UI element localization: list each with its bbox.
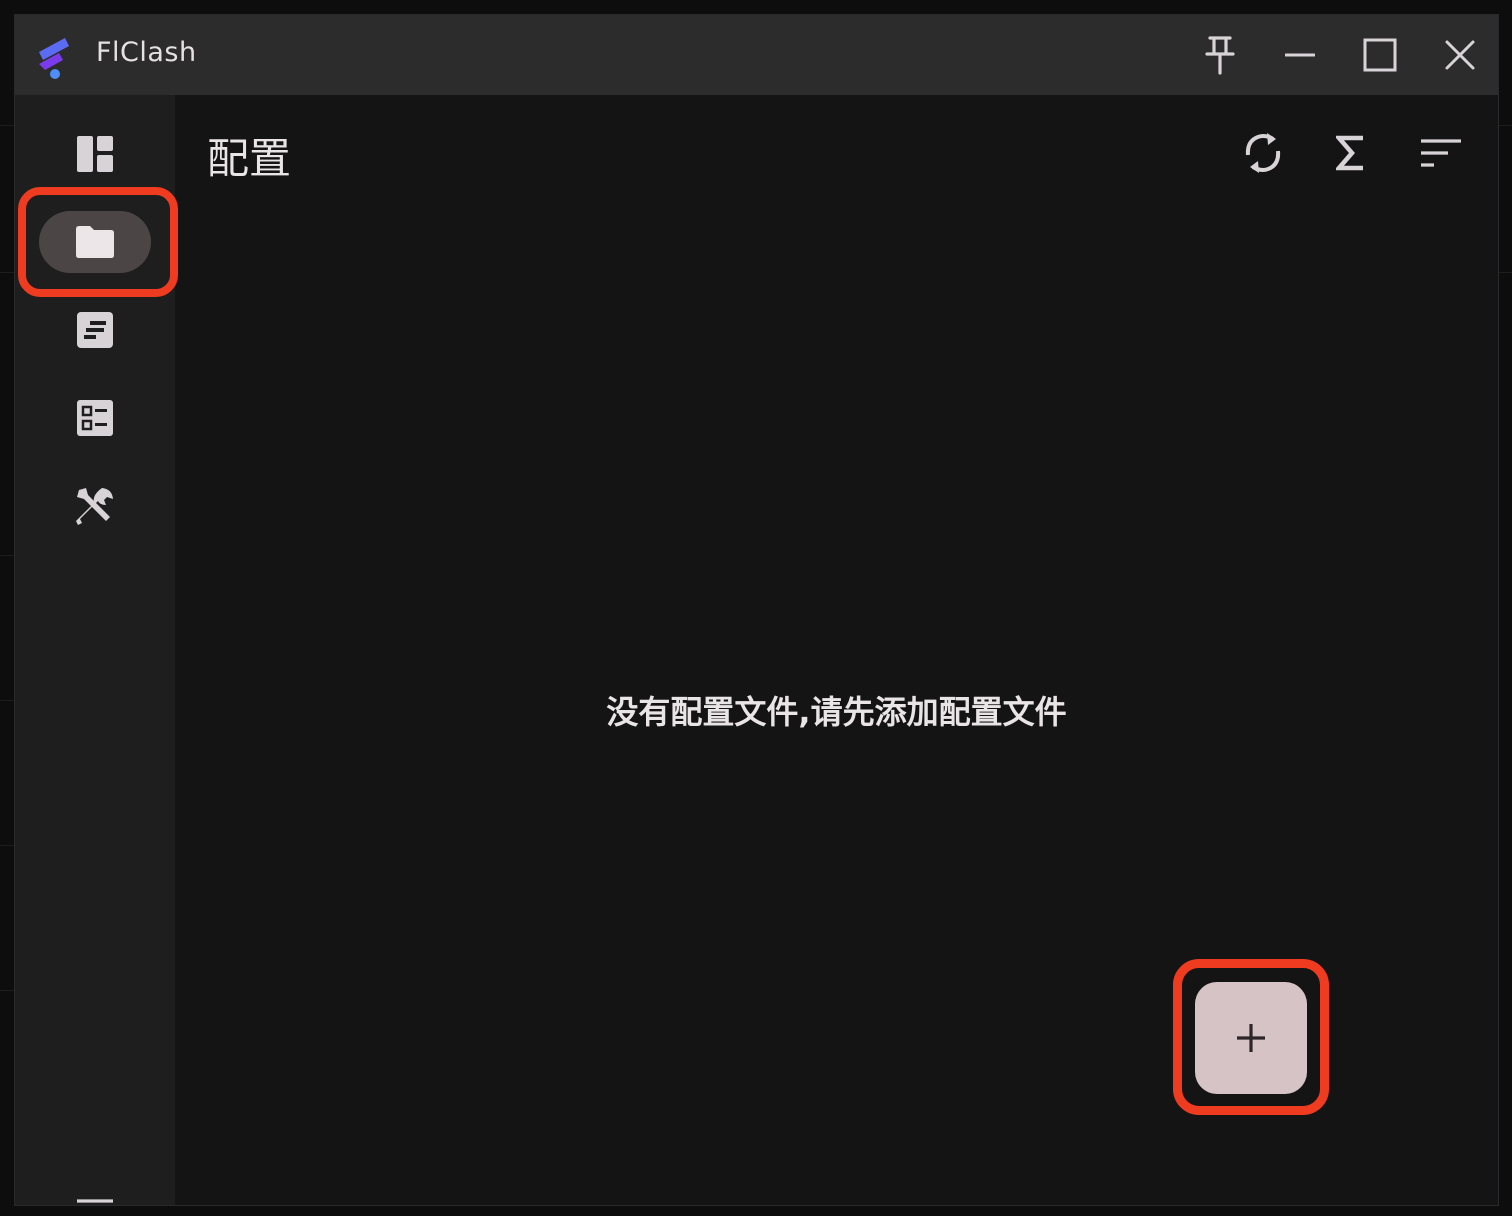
- close-button[interactable]: [1438, 33, 1482, 77]
- sum-button[interactable]: [1323, 125, 1379, 181]
- folder-icon: [76, 226, 114, 258]
- minimize-button[interactable]: [1278, 33, 1322, 77]
- menu-icon: [77, 1199, 113, 1203]
- navigation-rail: [15, 95, 175, 1205]
- plus-icon: [1237, 1024, 1265, 1052]
- nav-item-dashboard[interactable]: [39, 123, 151, 185]
- empty-state-message: 没有配置文件,请先添加配置文件: [606, 693, 1067, 731]
- nav-item-tools[interactable]: [39, 475, 151, 537]
- nav-item-profiles[interactable]: [39, 211, 151, 273]
- nav-item-logs[interactable]: [39, 299, 151, 361]
- menu-button[interactable]: [63, 1185, 127, 1205]
- dashboard-icon: [77, 136, 113, 172]
- sync-icon: [1245, 133, 1281, 173]
- minimize-icon: [1285, 53, 1315, 57]
- checklist-icon: [77, 400, 113, 436]
- app-title: FlClash: [96, 37, 197, 68]
- close-icon: [1445, 40, 1475, 70]
- page-title: 配置: [207, 134, 292, 183]
- pin-button[interactable]: [1198, 33, 1242, 77]
- pin-icon: [1205, 36, 1235, 75]
- app-window: FlClash 配置 没有配置文件,请先添加配置文件: [14, 14, 1499, 1206]
- title-bar[interactable]: FlClash: [15, 15, 1498, 95]
- maximize-icon: [1363, 38, 1397, 72]
- article-icon: [77, 312, 113, 348]
- sort-button[interactable]: [1413, 125, 1469, 181]
- tools-icon: [76, 488, 113, 525]
- maximize-button[interactable]: [1358, 33, 1402, 77]
- sigma-icon: [1336, 135, 1363, 171]
- sort-icon: [1421, 139, 1461, 167]
- sync-button[interactable]: [1235, 125, 1291, 181]
- add-profile-button[interactable]: [1195, 982, 1307, 1094]
- flclash-logo-icon: [39, 38, 69, 79]
- nav-item-rules[interactable]: [39, 387, 151, 449]
